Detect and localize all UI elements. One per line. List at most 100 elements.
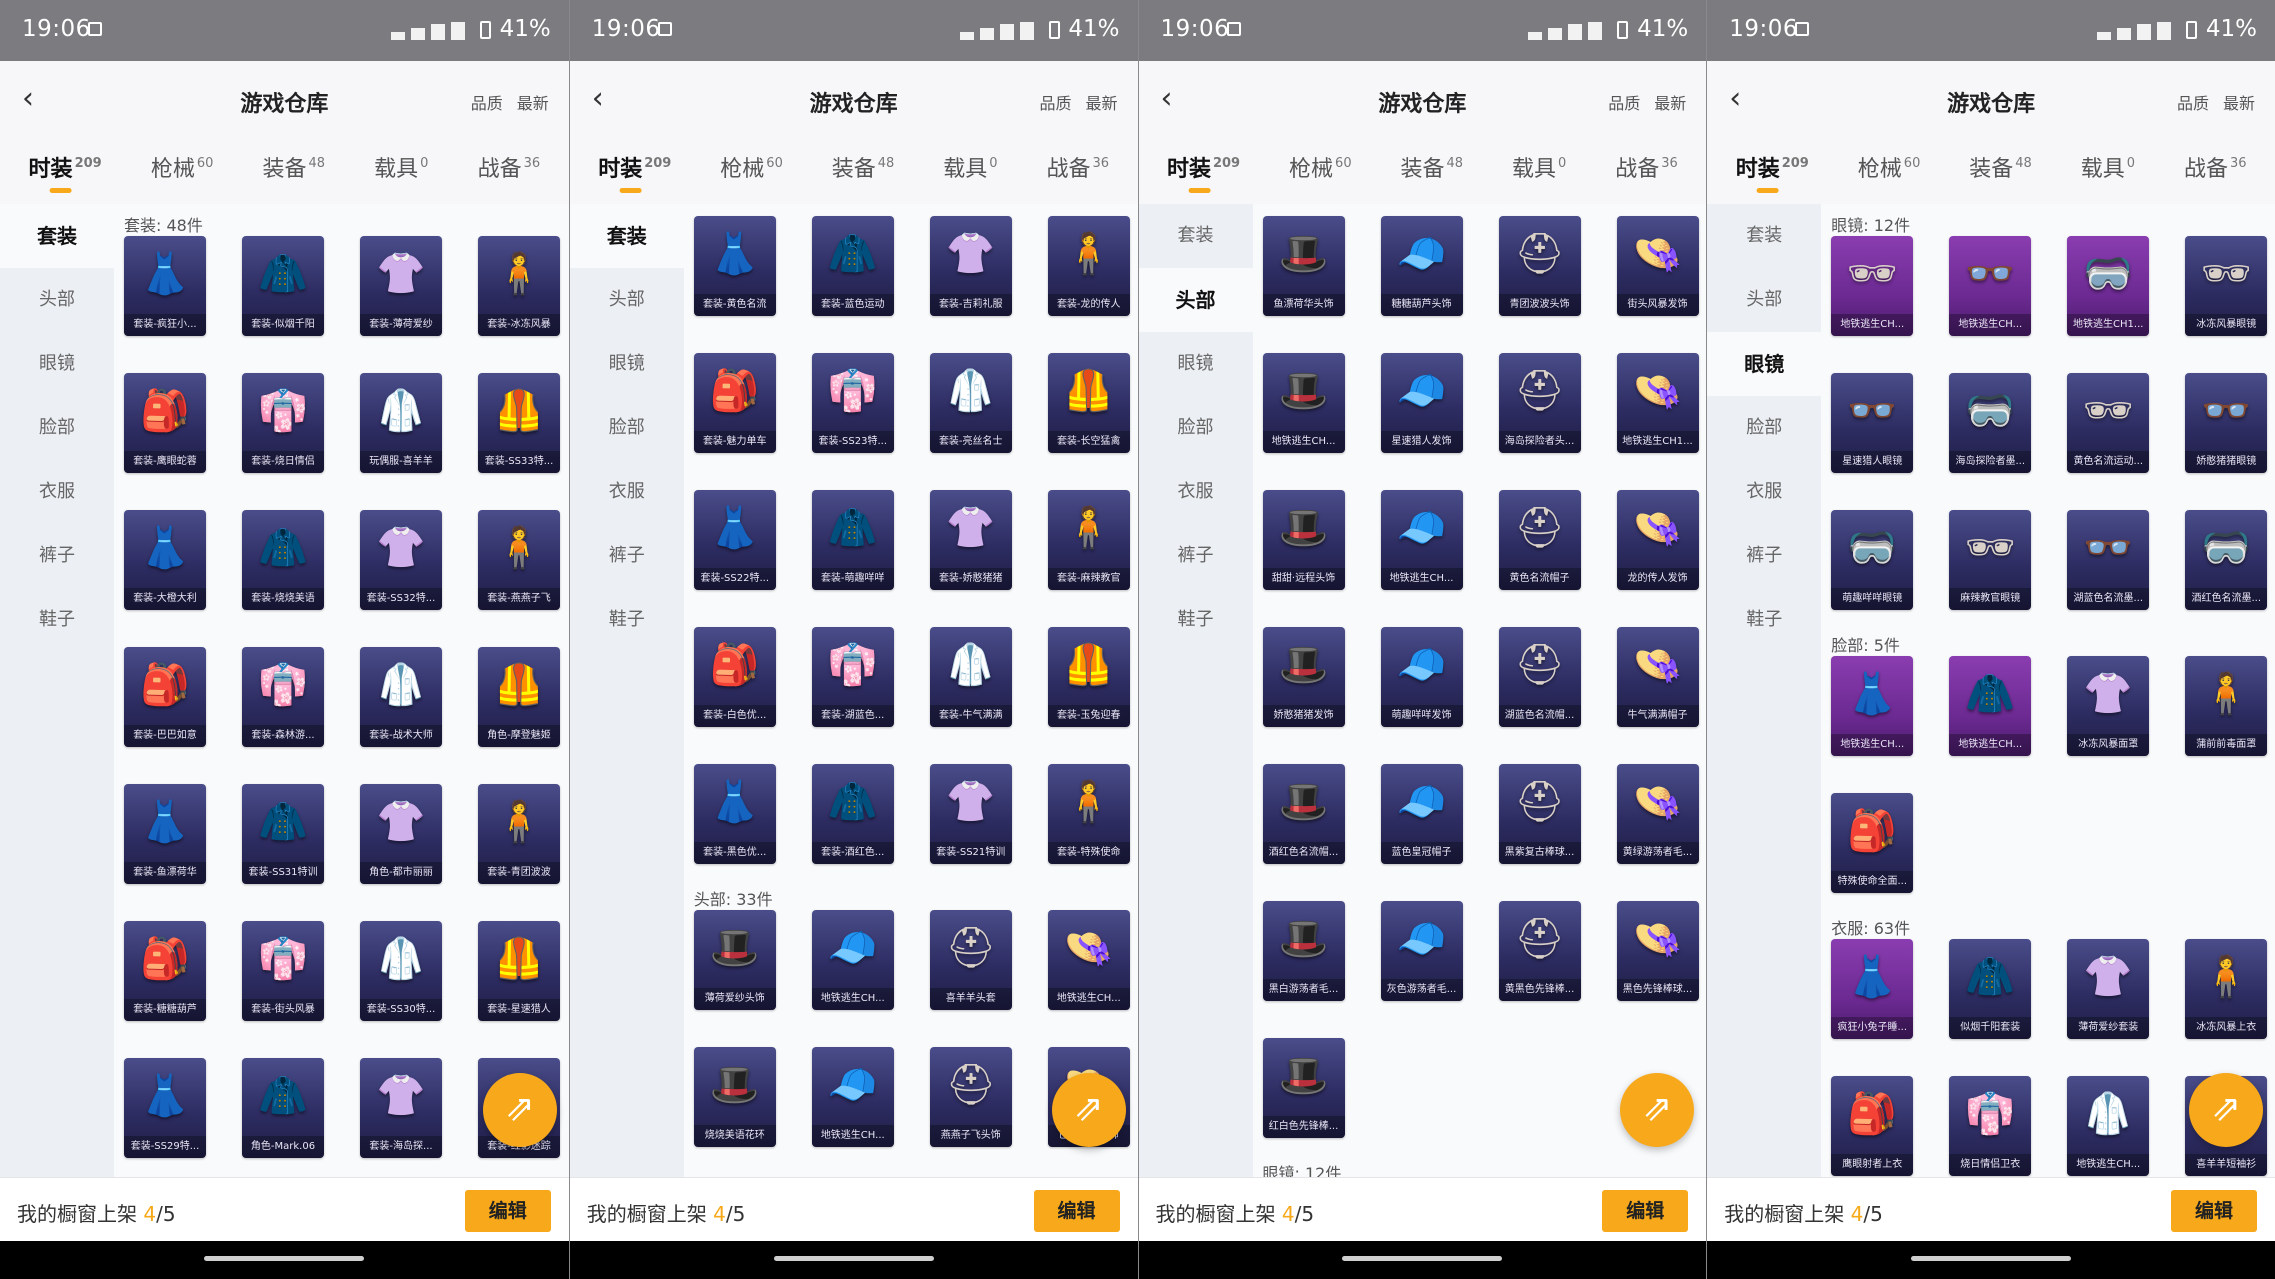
tab-1[interactable]: 枪械 60	[151, 151, 214, 191]
item-card[interactable]: 🧍 套装-青团波波	[478, 784, 560, 884]
item-card[interactable]: 👘 烧日情侣卫衣	[1949, 1076, 2032, 1176]
tab-3[interactable]: 载具 0	[374, 151, 428, 191]
sidebar-item[interactable]: 裤子	[1707, 524, 1821, 588]
sidebar-item[interactable]: 衣服	[0, 460, 114, 524]
share-fab[interactable]: ⇗	[2189, 1073, 2263, 1147]
item-card[interactable]: 🧍 套装-特殊使命	[1047, 764, 1130, 864]
item-card[interactable]: 🎒 套装-魅力单车	[693, 353, 776, 453]
item-card[interactable]: 👓 湖蓝色名流墨...	[2067, 510, 2150, 610]
sidebar-item[interactable]: 鞋子	[570, 588, 684, 652]
tab-0[interactable]: 时装 209	[598, 151, 671, 191]
item-card[interactable]: 🥼 套装-SS30特...	[360, 921, 442, 1021]
item-card[interactable]: 👚 套装-薄荷爱纱	[360, 236, 442, 336]
item-card[interactable]: 🦺 角色-摩登魅姬	[478, 647, 560, 747]
sort-quality-button[interactable]: 品质	[2177, 90, 2209, 114]
share-fab[interactable]: ⇗	[482, 1073, 557, 1147]
item-card[interactable]: 👒 地铁逃生CH1...	[1616, 353, 1699, 453]
item-card[interactable]: 🧥 套装-似烟千阳	[242, 236, 324, 336]
item-card[interactable]: 🧢 星速猎人发饰	[1380, 353, 1463, 453]
item-card[interactable]: 🧢 蓝色皇冠帽子	[1380, 764, 1463, 864]
sidebar-item[interactable]: 鞋子	[1139, 588, 1253, 652]
item-card[interactable]: 🕶 黄色名流运动...	[2067, 373, 2150, 473]
item-card[interactable]: 👗 套装-SS29特...	[124, 1058, 206, 1158]
sidebar-item[interactable]: 脸部	[1139, 396, 1253, 460]
sidebar-item[interactable]: 鞋子	[1707, 588, 1821, 652]
item-card[interactable]: 🕶 麻辣教官眼镜	[1949, 510, 2032, 610]
item-card[interactable]: 🥼 套装-牛气满满	[929, 627, 1012, 727]
sidebar-item[interactable]: 鞋子	[0, 588, 114, 652]
item-card[interactable]: 🎒 套装-糖糖葫芦	[124, 921, 206, 1021]
item-card[interactable]: 👓 星速猎人眼镜	[1831, 373, 1914, 473]
sort-quality-button[interactable]: 品质	[1039, 90, 1071, 114]
item-card[interactable]: 🧢 灰色游荡者毛...	[1380, 901, 1463, 1001]
item-card[interactable]: 🎩 娇憨猪猪发饰	[1262, 627, 1345, 727]
item-card[interactable]: ⛑ 黑紫复古棒球...	[1498, 764, 1581, 864]
item-card[interactable]: 🦺 套装-玉兔迎春	[1047, 627, 1130, 727]
item-card[interactable]: 🦺 套装-SS33特...	[478, 373, 560, 473]
sidebar-item[interactable]: 套装	[569, 204, 684, 268]
item-card[interactable]: 👘 套装-森林游...	[242, 647, 324, 747]
item-card[interactable]: 🎩 鱼漂荷华头饰	[1262, 216, 1345, 316]
item-card[interactable]: 👓 娇憨猪猪眼镜	[2185, 373, 2268, 473]
home-indicator[interactable]	[1342, 1256, 1503, 1261]
sidebar-item[interactable]: 头部	[1138, 268, 1253, 332]
item-card[interactable]: 🎩 红白色先锋棒...	[1262, 1038, 1345, 1138]
item-card[interactable]: 👒 黑色先锋棒球...	[1616, 901, 1699, 1001]
sidebar-item[interactable]: 脸部	[1707, 396, 1821, 460]
item-card[interactable]: 👘 套装-街头风暴	[242, 921, 324, 1021]
item-card[interactable]: 🧢 地铁逃生CH...	[811, 910, 894, 1010]
home-indicator[interactable]	[204, 1256, 365, 1261]
item-card[interactable]: 🥽 海岛探险者墨...	[1949, 373, 2032, 473]
tab-1[interactable]: 枪械 60	[1289, 151, 1352, 191]
item-card[interactable]: 🧢 地铁逃生CH...	[1380, 490, 1463, 590]
edit-button[interactable]: 编辑	[464, 1190, 551, 1232]
item-card[interactable]: 🧢 地铁逃生CH...	[811, 1047, 894, 1147]
item-card[interactable]: 🧥 套装-萌趣咩咩	[811, 490, 894, 590]
item-card[interactable]: 🕶 地铁逃生CH...	[1831, 236, 1914, 336]
item-card[interactable]: 🧢 糖糖葫芦头饰	[1380, 216, 1463, 316]
sidebar-item[interactable]: 头部	[1707, 268, 1821, 332]
item-card[interactable]: 🧥 套装-蓝色运动	[811, 216, 894, 316]
item-card[interactable]: 👚 套装-吉莉礼服	[929, 216, 1012, 316]
item-card[interactable]: ⛑ 黄色名流帽子	[1498, 490, 1581, 590]
sidebar-item[interactable]: 脸部	[0, 396, 114, 460]
item-card[interactable]: 👗 套装-大橙大利	[124, 510, 206, 610]
item-card[interactable]: 🧥 角色-Mark.06	[242, 1058, 324, 1158]
sidebar-item[interactable]: 眼镜	[0, 332, 114, 396]
sidebar-item[interactable]: 裤子	[1139, 524, 1253, 588]
item-card[interactable]: ⛑ 青团波波头饰	[1498, 216, 1581, 316]
edit-button[interactable]: 编辑	[2171, 1190, 2257, 1232]
sidebar-item[interactable]: 衣服	[1139, 460, 1253, 524]
item-card[interactable]: 👒 街头风暴发饰	[1616, 216, 1699, 316]
sort-quality-button[interactable]: 品质	[1608, 90, 1640, 114]
item-card[interactable]: 🥼 套装-战术大师	[360, 647, 442, 747]
edit-button[interactable]: 编辑	[1033, 1190, 1120, 1232]
item-card[interactable]: 🧍 套装-麻辣教官	[1047, 490, 1130, 590]
item-card[interactable]: 👗 疯狂小兔子睡...	[1831, 939, 1914, 1039]
item-card[interactable]: 🎩 酒红色名流帽...	[1262, 764, 1345, 864]
item-card[interactable]: ⛑ 海岛探险者头...	[1498, 353, 1581, 453]
item-card[interactable]: 👗 套装-黄色名流	[693, 216, 776, 316]
tab-4[interactable]: 战备 36	[478, 151, 541, 191]
sort-newest-button[interactable]: 最新	[517, 90, 549, 114]
item-card[interactable]: 🧍 套装-冰冻风暴	[478, 236, 560, 336]
sort-newest-button[interactable]: 最新	[1085, 90, 1117, 114]
item-card[interactable]: 👚 冰冻风暴面罩	[2067, 656, 2150, 756]
tab-2[interactable]: 装备 48	[262, 151, 325, 191]
tab-4[interactable]: 战备 36	[2184, 151, 2247, 191]
item-card[interactable]: 🧥 似烟千阳套装	[1949, 939, 2032, 1039]
item-card[interactable]: 🎩 甜甜·远程头饰	[1262, 490, 1345, 590]
item-card[interactable]: 🥽 萌趣咩咩眼镜	[1831, 510, 1914, 610]
item-card[interactable]: 👚 套装-娇憨猪猪	[929, 490, 1012, 590]
item-card[interactable]: 👚 套装-SS21特训	[929, 764, 1012, 864]
tab-2[interactable]: 装备 48	[832, 151, 895, 191]
share-fab[interactable]: ⇗	[1620, 1073, 1695, 1147]
home-indicator[interactable]	[1911, 1256, 2072, 1261]
sidebar-item[interactable]: 套装	[1707, 204, 1821, 268]
item-card[interactable]: 🎒 套装-巴巴如意	[124, 647, 206, 747]
item-card[interactable]: 👘 套装-SS23特...	[811, 353, 894, 453]
item-card[interactable]: 🎒 套装-白色优...	[693, 627, 776, 727]
tab-3[interactable]: 载具 0	[1512, 151, 1566, 191]
sort-newest-button[interactable]: 最新	[2223, 90, 2255, 114]
item-card[interactable]: 🧢 萌趣咩咩发饰	[1380, 627, 1463, 727]
